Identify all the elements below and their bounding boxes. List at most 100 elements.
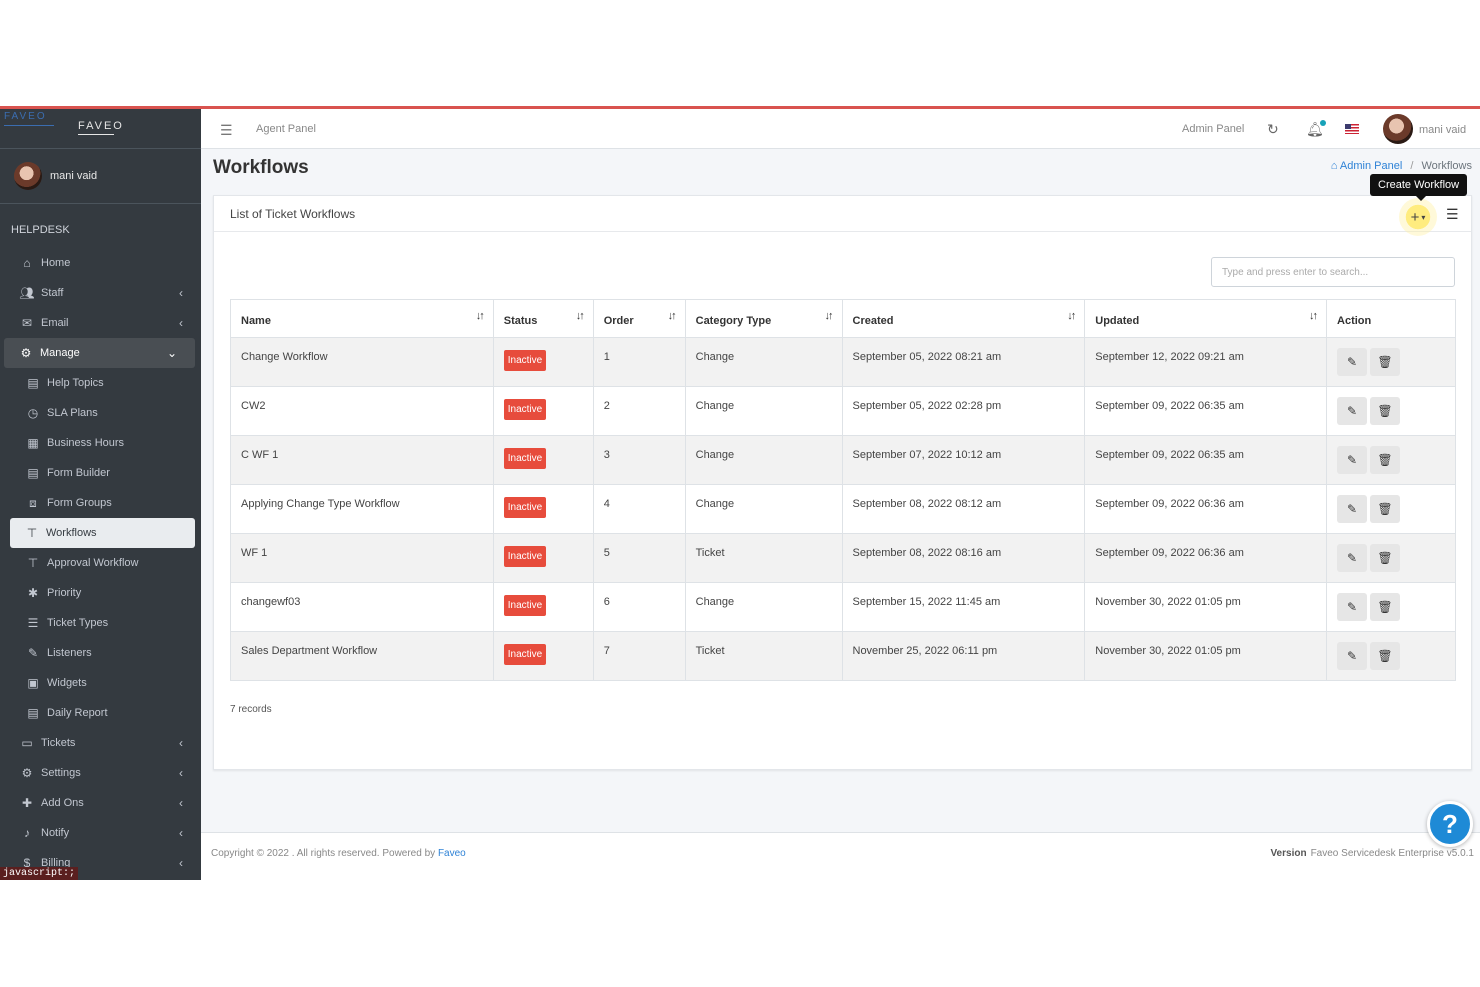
cell-created: November 25, 2022 06:11 pm — [841, 631, 1086, 681]
edit-icon: ✎ — [1347, 502, 1358, 516]
edit-button[interactable]: ✎ — [1337, 348, 1368, 376]
edit-button[interactable]: ✎ — [1337, 642, 1368, 670]
cell-category: Ticket — [684, 631, 843, 681]
sidebar-nav: ⌂ Home 👥︎ Staff ‹ ✉ Email ‹ ⚙ Manage ⌄ ▤ Help To… — [0, 248, 201, 878]
sidebar-item-ticket-types[interactable]: ☰ Ticket Types — [0, 608, 201, 638]
column-header-created[interactable]: Created ↓↑ — [841, 299, 1086, 338]
sidebar-item-workflows[interactable]: ⊤ Workflows — [10, 518, 195, 548]
sidebar-item-business-hours[interactable]: ▦ Business Hours — [0, 428, 201, 458]
edit-button[interactable]: ✎ — [1337, 446, 1368, 474]
status-badge: Inactive — [503, 546, 547, 567]
cell-category: Change — [684, 435, 843, 485]
trash-icon: 🗑︎ — [1377, 453, 1393, 467]
cell-created: September 05, 2022 08:21 am — [841, 337, 1086, 387]
sort-icon: ↓↑ — [575, 310, 585, 322]
cell-order: 4 — [592, 484, 686, 534]
sidebar-item-label: Daily Report — [47, 707, 108, 719]
sidebar-item-help-topics[interactable]: ▤ Help Topics — [0, 368, 201, 398]
breadcrumb-admin-panel[interactable]: Admin Panel — [1340, 160, 1402, 172]
sidebar-item-home[interactable]: ⌂ Home — [0, 248, 201, 278]
sidebar-item-form-builder[interactable]: ▤ Form Builder — [0, 458, 201, 488]
question-icon: ? — [1442, 808, 1458, 839]
delete-button[interactable]: 🗑︎ — [1370, 397, 1401, 425]
brand-logo-faint-line — [4, 125, 54, 126]
edit-icon: ✎ — [1347, 600, 1358, 614]
breadcrumb-home-icon[interactable]: ⌂ — [1331, 160, 1338, 172]
sidebar-item-priority[interactable]: ✱ Priority — [0, 578, 201, 608]
edit-button[interactable]: ✎ — [1337, 544, 1368, 572]
cell-status: Inactive — [492, 533, 594, 583]
refresh-icon[interactable]: ↻ — [1267, 121, 1279, 138]
column-list-button[interactable]: ☰ — [1446, 206, 1459, 223]
sidebar-item-widgets[interactable]: ▣ Widgets — [0, 668, 201, 698]
cell-category: Change — [684, 582, 843, 632]
cell-created: September 08, 2022 08:12 am — [841, 484, 1086, 534]
sidebar-user-panel[interactable]: mani vaid — [0, 149, 201, 204]
sidebar-user-name: mani vaid — [50, 170, 98, 182]
search-input[interactable] — [1211, 257, 1455, 287]
table-row: CW2 Inactive 2 Change September 05, 2022… — [230, 386, 1456, 436]
column-header-order[interactable]: Order ↓↑ — [592, 299, 686, 338]
sidebar-item-tickets[interactable]: ▭ Tickets ‹ — [0, 728, 201, 758]
sidebar-item-label: Email — [41, 317, 69, 329]
sidebar-item-label: Listeners — [47, 647, 92, 659]
sidebar-item-daily-report[interactable]: ▤ Daily Report — [0, 698, 201, 728]
column-header-status[interactable]: Status ↓↑ — [492, 299, 594, 338]
column-header-label: Updated — [1095, 314, 1140, 327]
sidebar-item-notify[interactable]: ♪ Notify ‹ — [0, 818, 201, 848]
header-user-name[interactable]: mani vaid — [1419, 124, 1466, 136]
calendar-icon: ▦ — [27, 436, 39, 450]
trash-icon: 🗑︎ — [1377, 355, 1393, 369]
sidebar-item-email[interactable]: ✉ Email ‹ — [0, 308, 201, 338]
delete-button[interactable]: 🗑︎ — [1370, 446, 1401, 474]
bell-icon: ♪ — [24, 826, 30, 840]
object-group-icon: ⧈ — [29, 495, 37, 510]
avatar — [14, 162, 42, 190]
column-header-name[interactable]: Name ↓↑ — [230, 299, 494, 338]
help-button[interactable]: ? — [1427, 801, 1473, 847]
puzzle-icon: ✚ — [21, 796, 33, 810]
sidebar-item-approval-workflow[interactable]: ⊤ Approval Workflow — [0, 548, 201, 578]
chevron-left-icon: ‹ — [179, 826, 183, 840]
agent-panel-link[interactable]: Agent Panel — [256, 123, 316, 135]
brand-logo-underline — [78, 134, 114, 135]
cell-category: Change — [684, 386, 843, 436]
header-avatar[interactable] — [1383, 114, 1413, 144]
sidebar-item-add-ons[interactable]: ✚ Add Ons ‹ — [0, 788, 201, 818]
delete-button[interactable]: 🗑︎ — [1370, 593, 1401, 621]
notification-bell-icon[interactable]: 🔔︎ — [1306, 120, 1326, 138]
sidebar-item-form-groups[interactable]: ⧈ Form Groups — [0, 488, 201, 518]
delete-button[interactable]: 🗑︎ — [1370, 348, 1401, 376]
cell-action: ✎ 🗑︎ — [1326, 582, 1456, 632]
edit-button[interactable]: ✎ — [1337, 593, 1368, 621]
column-header-category-type[interactable]: Category Type ↓↑ — [684, 299, 843, 338]
sidebar-item-label: Add Ons — [41, 797, 84, 809]
cell-order: 2 — [592, 386, 686, 436]
column-header-label: Category Type — [695, 314, 772, 327]
sidebar-item-staff[interactable]: 👥︎ Staff ‹ — [0, 278, 201, 308]
brand[interactable]: FAVEO FAVEO — [0, 109, 201, 149]
column-header-updated[interactable]: Updated ↓↑ — [1084, 299, 1328, 338]
edit-button[interactable]: ✎ — [1337, 397, 1368, 425]
sidebar-item-label: Business Hours — [47, 437, 125, 449]
trash-icon: 🗑︎ — [1377, 649, 1393, 663]
footer: Copyright © 2022 . All rights reserved. … — [201, 832, 1480, 880]
workflows-card: List of Ticket Workflows +▾ ☰ Name ↓↑ Sta… — [213, 195, 1472, 770]
delete-button[interactable]: 🗑︎ — [1370, 495, 1401, 523]
file-icon: ▤ — [27, 376, 39, 390]
admin-panel-link[interactable]: Admin Panel — [1182, 123, 1244, 135]
us-flag-icon[interactable] — [1345, 124, 1359, 134]
sidebar-item-manage[interactable]: ⚙ Manage ⌄ — [4, 338, 195, 368]
cell-order: 3 — [592, 435, 686, 485]
faveo-link[interactable]: Faveo — [438, 848, 466, 859]
breadcrumb-current: Workflows — [1421, 160, 1472, 172]
delete-button[interactable]: 🗑︎ — [1370, 544, 1401, 572]
hamburger-menu-icon[interactable]: ☰ — [220, 122, 233, 139]
sidebar-item-sla-plans[interactable]: ◷ SLA Plans — [0, 398, 201, 428]
sidebar-item-settings[interactable]: ⚙ Settings ‹ — [0, 758, 201, 788]
sidebar-item-listeners[interactable]: ✎ Listeners — [0, 638, 201, 668]
delete-button[interactable]: 🗑︎ — [1370, 642, 1401, 670]
edit-button[interactable]: ✎ — [1337, 495, 1368, 523]
status-badge: Inactive — [503, 350, 547, 371]
create-workflow-button[interactable]: + ▾ — [1399, 198, 1437, 236]
